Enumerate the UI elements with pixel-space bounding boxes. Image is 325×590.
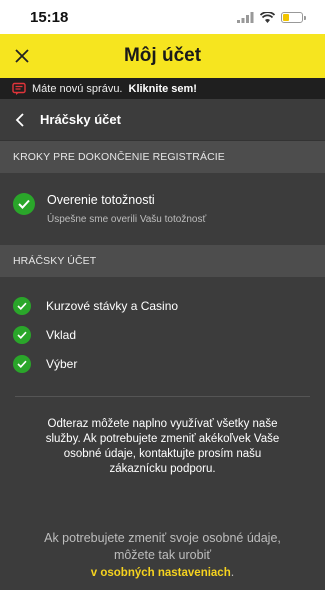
notice-link[interactable]: Kliknite sem! <box>129 83 197 95</box>
registration-section-title: KROKY PRE DOKONČENIE REGISTRÁCIE <box>0 141 325 173</box>
settings-link[interactable]: v osobných nastaveniach <box>91 567 231 579</box>
back-button[interactable] <box>0 112 40 127</box>
list-item: Výber <box>0 349 325 378</box>
footer-suffix: . <box>230 565 235 579</box>
verification-text: Overenie totožnosti Úspešne sme overili … <box>47 193 206 225</box>
footer-text: Ak potrebujete zmeniť svoje osobné údaje… <box>30 530 295 582</box>
wifi-icon <box>260 11 275 23</box>
status-bar: 15:18 <box>0 0 325 34</box>
footer-line-3: v osobných nastaveniach. <box>30 564 295 582</box>
signal-icon <box>237 11 254 23</box>
subheader: Hráčsky účet <box>0 99 325 141</box>
page-title: Môj účet <box>123 45 202 66</box>
battery-icon <box>281 11 306 23</box>
account-list: Kurzové stávky a Casino Vklad Výber <box>0 277 325 378</box>
list-item-label: Vklad <box>46 327 77 342</box>
message-notice[interactable]: Máte novú správu. Kliknite sem! <box>0 78 325 99</box>
close-icon <box>15 49 29 63</box>
footer-line-2: môžete tak urobiť <box>113 548 212 562</box>
account-section-title: HRÁČSKY ÚČET <box>0 245 325 277</box>
app-header: Môj účet <box>0 34 325 78</box>
info-text: Odteraz môžete naplno využívať všetky na… <box>45 418 280 475</box>
check-icon <box>13 354 31 373</box>
subheader-title: Hráčsky účet <box>40 112 121 127</box>
list-item-label: Kurzové stávky a Casino <box>46 298 179 313</box>
battery-fill <box>283 13 289 21</box>
check-icon <box>13 296 31 315</box>
check-icon <box>13 325 31 344</box>
status-icons <box>237 11 306 23</box>
status-time: 15:18 <box>30 8 69 26</box>
close-button[interactable] <box>0 34 44 78</box>
verification-subtitle: Úspešne sme overili Vašu totožnosť <box>47 214 207 225</box>
message-icon <box>12 82 26 95</box>
identity-verification-item: Overenie totožnosti Úspešne sme overili … <box>0 173 325 245</box>
list-item: Kurzové stávky a Casino <box>0 291 325 320</box>
notice-text: Máte novú správu. <box>32 82 123 95</box>
verification-title: Overenie totožnosti <box>47 193 155 207</box>
check-icon <box>13 193 35 215</box>
chevron-left-icon <box>15 112 24 127</box>
footer-line-1: Ak potrebujete zmeniť svoje osobné údaje… <box>44 531 281 545</box>
divider <box>15 396 310 397</box>
list-item-label: Výber <box>46 356 78 371</box>
list-item: Vklad <box>0 320 325 349</box>
